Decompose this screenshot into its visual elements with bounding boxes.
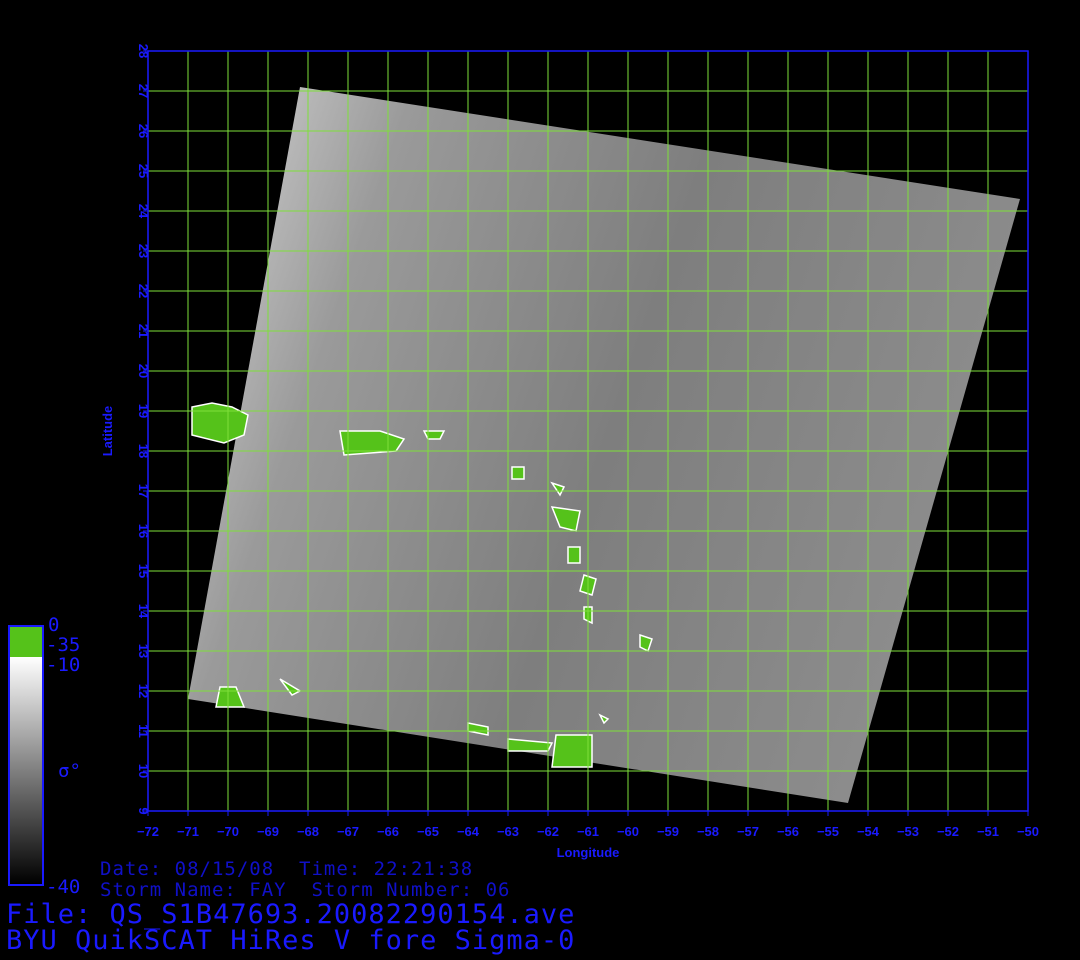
lon-tick-label: −50 <box>1017 824 1039 839</box>
colorbar-top-label: -10 <box>46 654 81 676</box>
lat-tick-label: 24 <box>136 204 151 219</box>
lon-tick-label: −66 <box>377 824 399 839</box>
lat-tick-label: 20 <box>136 364 151 378</box>
colorbar-symbol: σ° <box>58 760 81 782</box>
colorbar-land-segment <box>10 627 42 657</box>
lat-tick-label: 19 <box>136 404 151 418</box>
radar-swath <box>188 87 1020 803</box>
lat-tick-label: 13 <box>136 644 151 658</box>
lon-tick-label: −64 <box>457 824 480 839</box>
colorbar-land-top-label: 0 <box>48 614 60 636</box>
lat-tick-label: 22 <box>136 284 151 298</box>
lon-tick-label: −71 <box>177 824 199 839</box>
colorbar-land-bottom-label: -35 <box>46 634 81 656</box>
lat-tick-label: 10 <box>136 764 151 778</box>
island <box>422 430 446 440</box>
lon-tick-label: −69 <box>257 824 279 839</box>
lat-tick-label: 27 <box>136 84 151 98</box>
lon-tick-label: −61 <box>577 824 599 839</box>
lon-tick-label: −63 <box>497 824 519 839</box>
lon-tick-label: −60 <box>617 824 639 839</box>
lat-tick-label: 15 <box>136 564 151 578</box>
lon-tick-label: −68 <box>297 824 319 839</box>
colorbar-bottom-label: -40 <box>46 876 81 898</box>
lat-tick-label: 23 <box>136 244 151 258</box>
lon-tick-label: −54 <box>857 824 880 839</box>
lon-tick-label: −59 <box>657 824 679 839</box>
lat-tick-label: 11 <box>136 724 151 738</box>
storm-line: Storm Name: FAY Storm Number: 06 <box>100 879 511 901</box>
lat-tick-label: 26 <box>136 124 151 138</box>
lat-tick-label: 14 <box>136 604 151 619</box>
lat-tick-label: 28 <box>136 44 151 58</box>
lat-tick-label: 9 <box>136 807 151 814</box>
lon-tick-label: −70 <box>217 824 239 839</box>
product-line: BYU QuikSCAT HiRes V fore Sigma-0 <box>6 925 576 956</box>
lat-tick-label: 25 <box>136 164 151 178</box>
lon-tick-label: −55 <box>817 824 839 839</box>
lat-tick-label: 17 <box>136 484 151 498</box>
longitude-tick-labels: −72 −71 −70 −69 −68 −67 −66 −65 −64 −63 −62 −61 −60 −… <box>137 824 1039 839</box>
island <box>191 402 249 444</box>
lat-tick-label: 18 <box>136 444 151 458</box>
lat-tick-label: 21 <box>136 324 151 338</box>
date-time-line: Date: 08/15/08 Time: 22:21:38 <box>100 858 474 880</box>
lon-tick-label: −65 <box>417 824 439 839</box>
lon-tick-label: −62 <box>537 824 559 839</box>
lat-tick-label: 12 <box>136 684 151 698</box>
scatterometer-map: −72 −71 −70 −69 −68 −67 −66 −65 −64 −63 −62 −61 −60 −… <box>8 44 1039 886</box>
lon-tick-label: −53 <box>897 824 919 839</box>
y-axis-title: Latitude <box>100 406 115 457</box>
colorbar <box>8 625 44 886</box>
lat-tick-label: 16 <box>136 524 151 538</box>
island <box>567 546 581 564</box>
lon-tick-label: −58 <box>697 824 719 839</box>
lon-tick-label: −57 <box>737 824 759 839</box>
lon-tick-label: −56 <box>777 824 799 839</box>
island <box>511 466 525 480</box>
x-axis-title: Longitude <box>557 845 620 860</box>
lon-tick-label: −72 <box>137 824 159 839</box>
colorbar-gray-segment <box>10 657 42 884</box>
lon-tick-label: −52 <box>937 824 959 839</box>
lon-tick-label: −67 <box>337 824 359 839</box>
lon-tick-label: −51 <box>977 824 999 839</box>
island <box>551 734 593 768</box>
